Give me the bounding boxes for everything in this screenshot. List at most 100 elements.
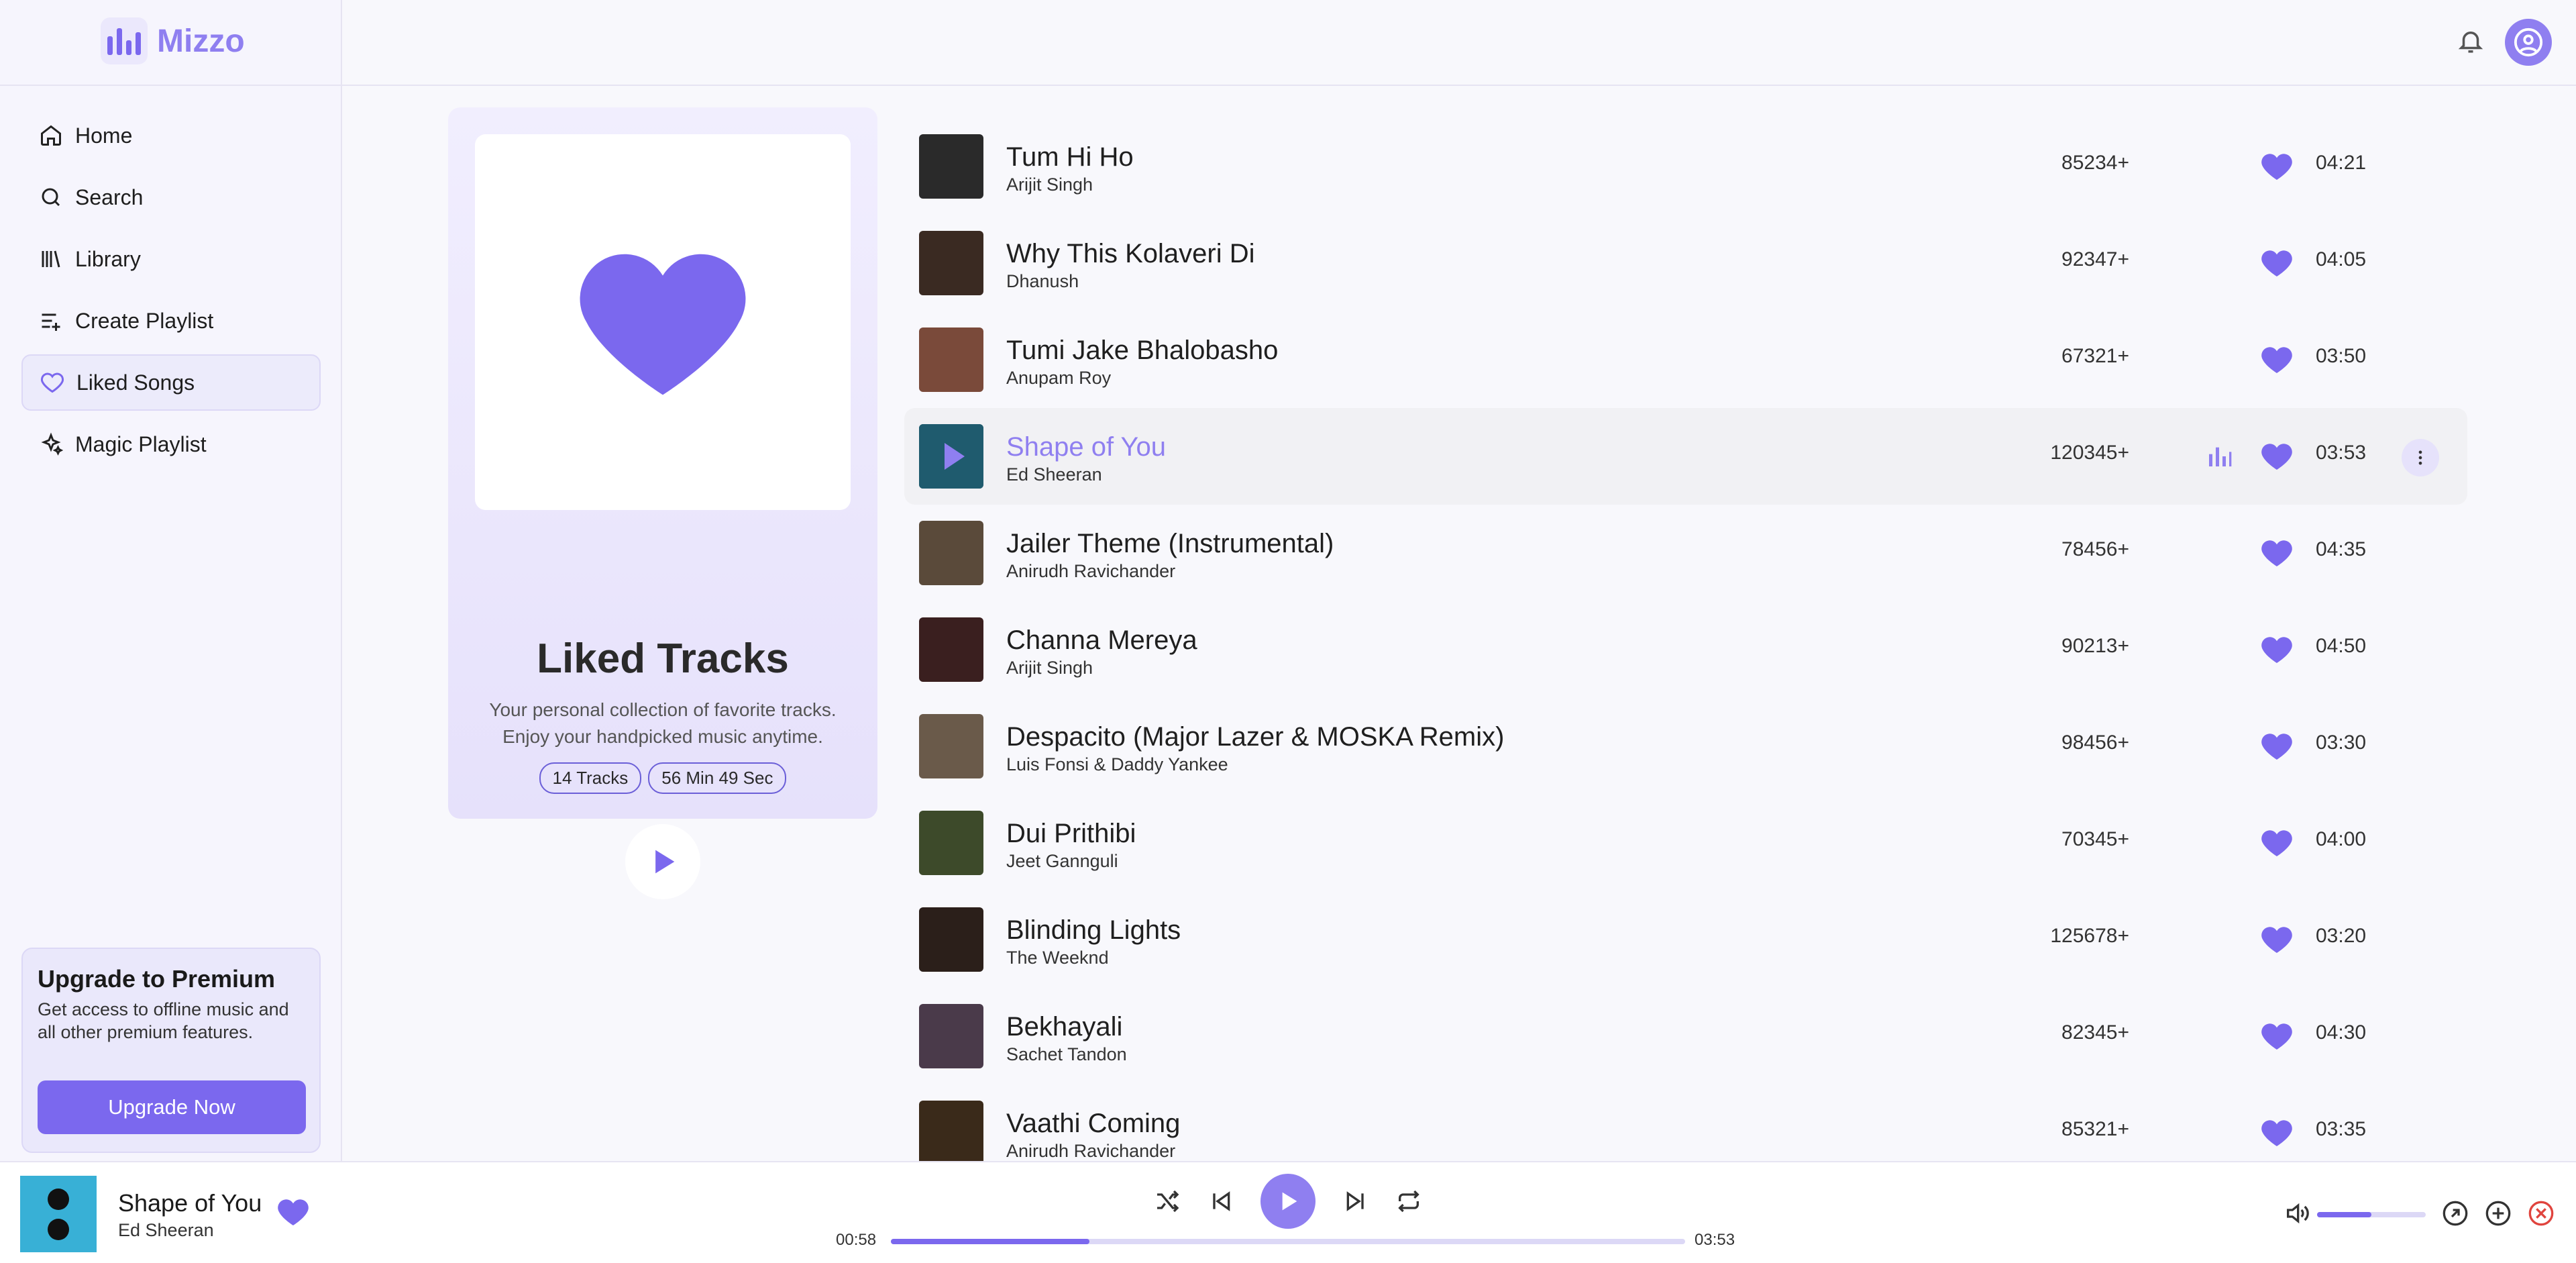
close-circle-icon[interactable] bbox=[2528, 1200, 2555, 1227]
track-artist[interactable]: Dhanush bbox=[1006, 271, 1079, 292]
play-pause-button[interactable] bbox=[1260, 1174, 1316, 1229]
add-circle-icon[interactable] bbox=[2485, 1200, 2512, 1227]
track-row[interactable]: Dui Prithibi Jeet Gannguli 70345+ 04:00 bbox=[904, 795, 2467, 891]
logo[interactable]: Mizzo bbox=[101, 17, 245, 64]
track-row[interactable]: Blinding Lights The Weeknd 125678+ 03:20 bbox=[904, 891, 2467, 988]
track-title[interactable]: Blinding Lights bbox=[1006, 915, 1181, 946]
liked-heart-icon[interactable] bbox=[2261, 635, 2293, 664]
track-duration: 03:20 bbox=[2316, 925, 2367, 947]
liked-heart-icon[interactable] bbox=[2261, 1118, 2293, 1148]
liked-heart-icon[interactable] bbox=[2261, 925, 2293, 954]
track-duration: 03:53 bbox=[2316, 442, 2367, 464]
player-bar: Shape of You Ed Sheeran 00:58 03:53 bbox=[0, 1161, 2576, 1263]
track-artist[interactable]: Anupam Roy bbox=[1006, 368, 1111, 389]
track-artist[interactable]: Sachet Tandon bbox=[1006, 1044, 1127, 1065]
track-title[interactable]: Channa Mereya bbox=[1006, 625, 1197, 656]
track-artist[interactable]: Anirudh Ravichander bbox=[1006, 561, 1175, 582]
liked-description: Your personal collection of favorite tra… bbox=[448, 697, 877, 750]
track-plays: 90213+ bbox=[2061, 635, 2129, 657]
track-artist[interactable]: Arijit Singh bbox=[1006, 658, 1093, 678]
track-row[interactable]: Shape of You Ed Sheeran 120345+ 03:53 bbox=[904, 408, 2467, 505]
volume-icon[interactable] bbox=[2284, 1200, 2310, 1227]
track-row[interactable]: Channa Mereya Arijit Singh 90213+ 04:50 bbox=[904, 601, 2467, 698]
more-options-button[interactable] bbox=[2402, 439, 2439, 476]
liked-heart-icon[interactable] bbox=[2261, 345, 2293, 374]
progress-fill bbox=[891, 1239, 1089, 1244]
play-icon bbox=[1282, 1192, 1297, 1211]
next-icon[interactable] bbox=[1342, 1188, 1369, 1215]
track-title[interactable]: Vaathi Coming bbox=[1006, 1109, 1180, 1139]
track-artist[interactable]: The Weeknd bbox=[1006, 948, 1109, 968]
sidebar-item-label: Magic Playlist bbox=[75, 432, 207, 456]
sidebar-item-create-playlist[interactable]: Create Playlist bbox=[21, 293, 321, 349]
liked-stats: 14 Tracks 56 Min 49 Sec bbox=[448, 762, 877, 794]
app-root: Mizzo Home Search Library Create Playlis… bbox=[0, 0, 2576, 1263]
track-artwork bbox=[919, 231, 983, 295]
track-title[interactable]: Shape of You bbox=[1006, 432, 1166, 462]
sidebar-item-search[interactable]: Search bbox=[21, 169, 321, 225]
track-row[interactable]: Jailer Theme (Instrumental) Anirudh Ravi… bbox=[904, 505, 2467, 601]
track-artwork bbox=[919, 134, 983, 199]
liked-tracks-card: Liked Tracks Your personal collection of… bbox=[448, 107, 877, 899]
track-title[interactable]: Jailer Theme (Instrumental) bbox=[1006, 529, 1334, 559]
volume-slider[interactable] bbox=[2317, 1212, 2426, 1217]
now-playing-title: Shape of You bbox=[118, 1189, 262, 1217]
track-row[interactable]: Tum Hi Ho Arijit Singh 85234+ 04:21 bbox=[904, 118, 2467, 215]
liked-heart-icon[interactable] bbox=[2261, 248, 2293, 278]
track-duration: 04:00 bbox=[2316, 828, 2367, 850]
liked-heart-icon[interactable] bbox=[2261, 828, 2293, 858]
track-row[interactable]: Tumi Jake Bhalobasho Anupam Roy 67321+ 0… bbox=[904, 311, 2467, 408]
track-row[interactable]: Why This Kolaveri Di Dhanush 92347+ 04:0… bbox=[904, 215, 2467, 311]
repeat-icon[interactable] bbox=[1395, 1188, 1422, 1215]
bell-icon[interactable] bbox=[2457, 27, 2485, 55]
liked-heart-icon[interactable] bbox=[2261, 538, 2293, 568]
track-row[interactable]: Despacito (Major Lazer & MOSKA Remix) Lu… bbox=[904, 698, 2467, 795]
previous-icon[interactable] bbox=[1208, 1188, 1234, 1215]
track-title[interactable]: Tumi Jake Bhalobasho bbox=[1006, 336, 1278, 366]
liked-heart-icon[interactable] bbox=[2261, 1021, 2293, 1051]
liked-title: Liked Tracks bbox=[537, 636, 789, 682]
liked-description-line2: Enjoy your handpicked music anytime. bbox=[502, 726, 823, 747]
sidebar-item-magic-playlist[interactable]: Magic Playlist bbox=[21, 416, 321, 472]
sidebar: Mizzo Home Search Library Create Playlis… bbox=[0, 0, 342, 1161]
track-duration: 04:50 bbox=[2316, 635, 2367, 657]
liked-heart-icon[interactable] bbox=[2261, 442, 2293, 471]
track-artist[interactable]: Anirudh Ravichander bbox=[1006, 1141, 1175, 1162]
track-duration: 04:05 bbox=[2316, 248, 2367, 270]
track-artwork bbox=[919, 521, 983, 585]
track-title[interactable]: Bekhayali bbox=[1006, 1012, 1122, 1042]
sidebar-item-label: Home bbox=[75, 123, 133, 148]
sidebar-item-home[interactable]: Home bbox=[21, 107, 321, 164]
now-playing-artwork bbox=[20, 1176, 97, 1252]
avatar[interactable] bbox=[2505, 19, 2552, 66]
premium-title: Upgrade to Premium bbox=[38, 965, 276, 993]
track-title[interactable]: Dui Prithibi bbox=[1006, 819, 1136, 849]
liked-heart-icon[interactable] bbox=[2261, 152, 2293, 181]
track-artist[interactable]: Jeet Gannguli bbox=[1006, 851, 1118, 872]
track-duration: 03:30 bbox=[2316, 731, 2367, 754]
sidebar-item-library[interactable]: Library bbox=[21, 231, 321, 287]
upgrade-now-button[interactable]: Upgrade Now bbox=[38, 1080, 306, 1134]
track-plays: 120345+ bbox=[2050, 442, 2129, 464]
track-artist[interactable]: Luis Fonsi & Daddy Yankee bbox=[1006, 754, 1228, 775]
volume-fill bbox=[2317, 1212, 2371, 1217]
track-artist[interactable]: Arijit Singh bbox=[1006, 174, 1093, 195]
track-artist[interactable]: Ed Sheeran bbox=[1006, 464, 1102, 485]
track-plays: 78456+ bbox=[2061, 538, 2129, 560]
search-icon bbox=[42, 188, 60, 207]
track-artwork bbox=[919, 811, 983, 875]
track-title[interactable]: Tum Hi Ho bbox=[1006, 142, 1134, 172]
liked-heart-icon[interactable] bbox=[2261, 731, 2293, 761]
track-title[interactable]: Despacito (Major Lazer & MOSKA Remix) bbox=[1006, 722, 1504, 752]
play-liked-button[interactable] bbox=[625, 824, 700, 899]
track-title[interactable]: Why This Kolaveri Di bbox=[1006, 239, 1254, 269]
progress-bar[interactable] bbox=[891, 1239, 1685, 1244]
sidebar-nav: Home Search Library Create Playlist Like… bbox=[21, 107, 321, 478]
sidebar-item-label: Create Playlist bbox=[75, 308, 214, 333]
sidebar-item-liked-songs[interactable]: Liked Songs bbox=[21, 354, 321, 411]
shuffle-icon[interactable] bbox=[1154, 1188, 1181, 1215]
track-plays: 85234+ bbox=[2061, 152, 2129, 174]
track-row[interactable]: Bekhayali Sachet Tandon 82345+ 04:30 bbox=[904, 988, 2467, 1084]
like-current-icon[interactable] bbox=[276, 1197, 310, 1227]
open-external-icon[interactable] bbox=[2442, 1200, 2469, 1227]
